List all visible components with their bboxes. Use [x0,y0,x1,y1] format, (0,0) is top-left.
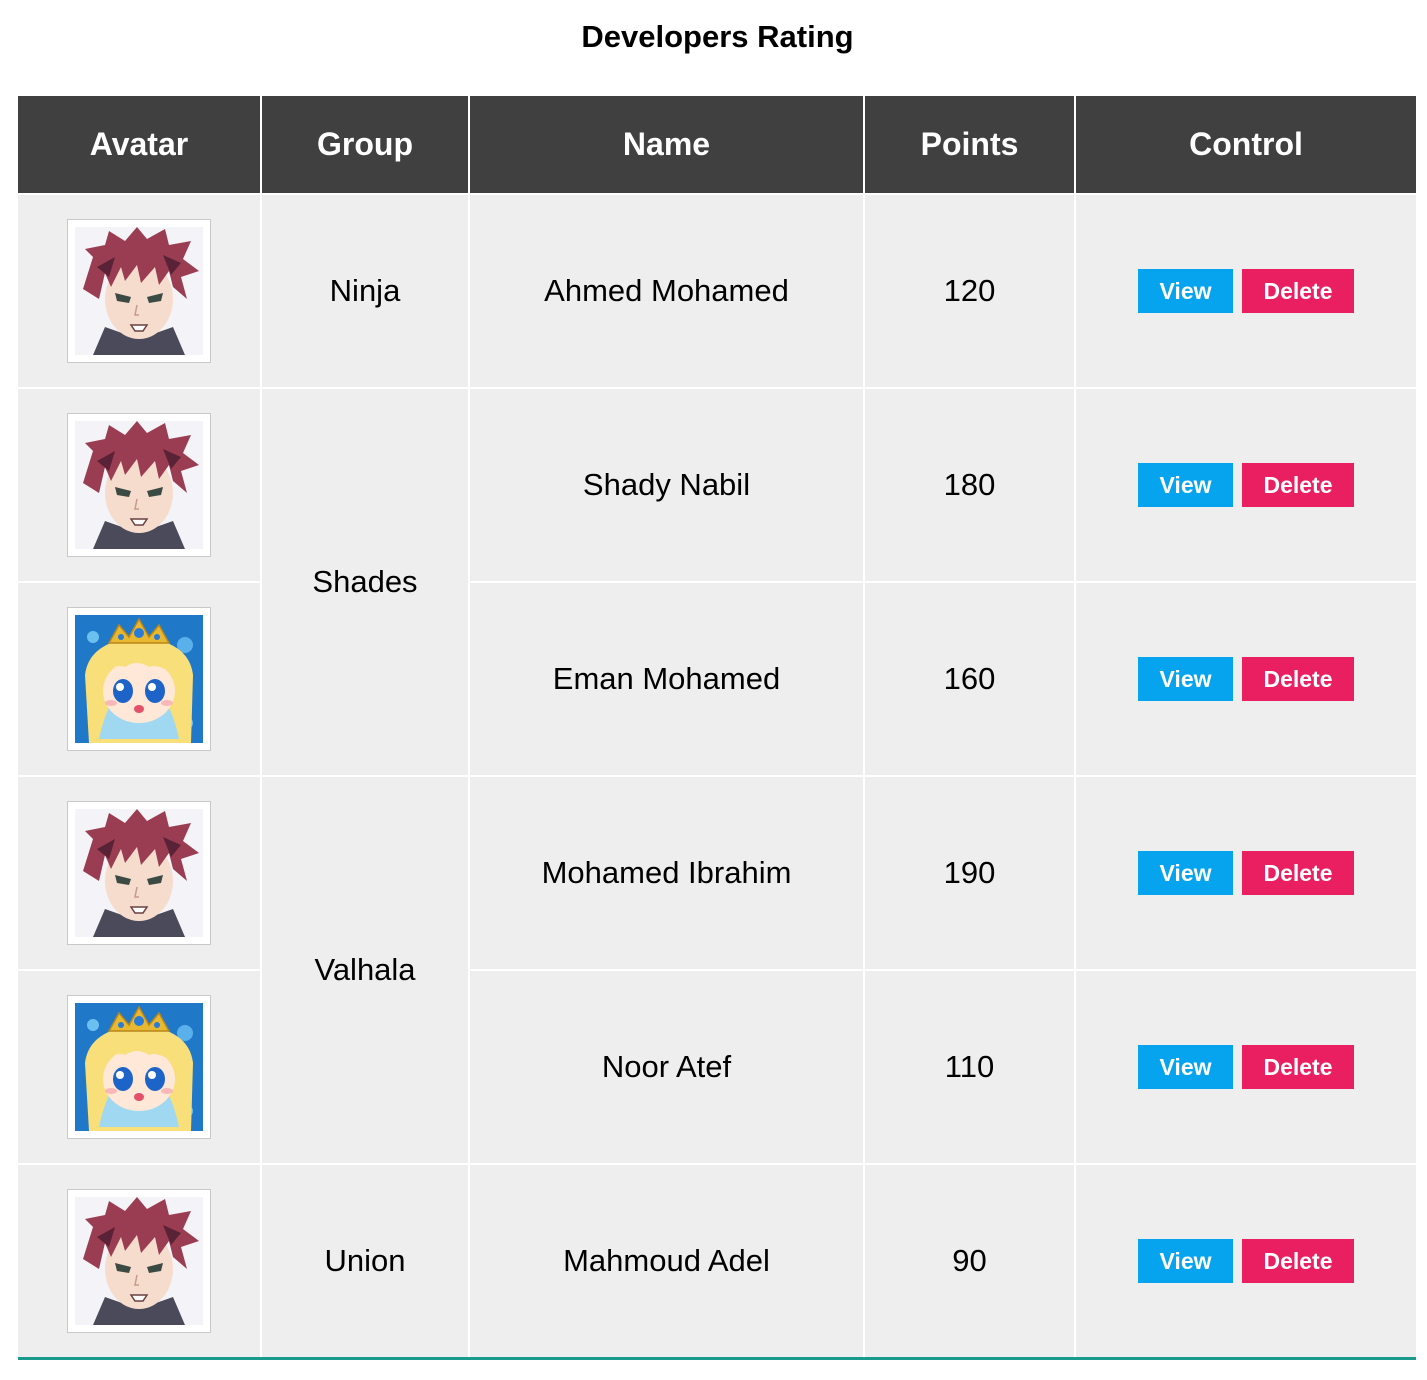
avatar-cell [18,387,262,583]
control-cell: View Delete [1074,387,1416,583]
view-button[interactable]: View [1138,851,1233,895]
table-header-row: Avatar Group Name Points Control [18,96,1416,194]
table-row: Shades Shady Nabil 180 View Delete [18,387,1416,777]
avatar-cell [18,581,262,777]
group-cell: Union [260,1163,470,1360]
view-button[interactable]: View [1138,1045,1233,1089]
male-anime-avatar-icon [75,227,203,355]
avatar [67,801,211,945]
name-cell: Ahmed Mohamed [468,193,865,389]
points-cell: 180 [863,387,1076,583]
page-title: Developers Rating [581,19,854,54]
name-cell: Mahmoud Adel [468,1163,865,1360]
male-anime-avatar-icon [75,1197,203,1325]
delete-button[interactable]: Delete [1242,463,1354,507]
column-header-avatar: Avatar [18,96,262,194]
delete-button[interactable]: Delete [1242,269,1354,313]
name-cell: Mohamed Ibrahim [468,775,865,971]
avatar-cell [18,1163,262,1360]
name-cell: Shady Nabil [468,387,865,583]
column-header-name: Name [468,96,865,194]
control-cell: View Delete [1074,775,1416,971]
delete-button[interactable]: Delete [1242,657,1354,701]
avatar-cell [18,969,262,1165]
points-cell: 90 [863,1163,1076,1360]
group-cell: Shades [260,387,470,777]
points-cell: 190 [863,775,1076,971]
column-header-control: Control [1074,96,1416,194]
table-row: Valhala Mohamed Ibrahim 190 View Delete [18,775,1416,1165]
view-button[interactable]: View [1138,269,1233,313]
points-cell: 110 [863,969,1076,1165]
avatar [67,607,211,751]
control-cell: View Delete [1074,193,1416,389]
princess-anime-avatar-icon [75,1003,203,1131]
points-cell: 120 [863,193,1076,389]
avatar-cell [18,193,262,389]
male-anime-avatar-icon [75,809,203,937]
column-header-group: Group [260,96,470,194]
view-button[interactable]: View [1138,463,1233,507]
avatar [67,219,211,363]
princess-anime-avatar-icon [75,615,203,743]
table-row: Noor Atef 110 View Delete [18,969,1416,1165]
table-row: Eman Mohamed 160 View Delete [18,581,1416,777]
column-header-points: Points [863,96,1076,194]
avatar [67,413,211,557]
name-cell: Noor Atef [468,969,865,1165]
avatar [67,995,211,1139]
group-cell: Ninja [260,193,470,389]
male-anime-avatar-icon [75,421,203,549]
avatar-cell [18,775,262,971]
delete-button[interactable]: Delete [1242,1045,1354,1089]
view-button[interactable]: View [1138,1239,1233,1283]
control-cell: View Delete [1074,969,1416,1165]
avatar [67,1189,211,1333]
delete-button[interactable]: Delete [1242,1239,1354,1283]
group-cell: Valhala [260,775,470,1165]
developers-table: Avatar Group Name Points Control Ninja A… [18,96,1416,1360]
view-button[interactable]: View [1138,657,1233,701]
table-row: Union Mahmoud Adel 90 View Delete [18,1163,1416,1360]
table-row: Ninja Ahmed Mohamed 120 View Delete [18,193,1416,389]
control-cell: View Delete [1074,1163,1416,1360]
name-cell: Eman Mohamed [468,581,865,777]
control-cell: View Delete [1074,581,1416,777]
delete-button[interactable]: Delete [1242,851,1354,895]
points-cell: 160 [863,581,1076,777]
